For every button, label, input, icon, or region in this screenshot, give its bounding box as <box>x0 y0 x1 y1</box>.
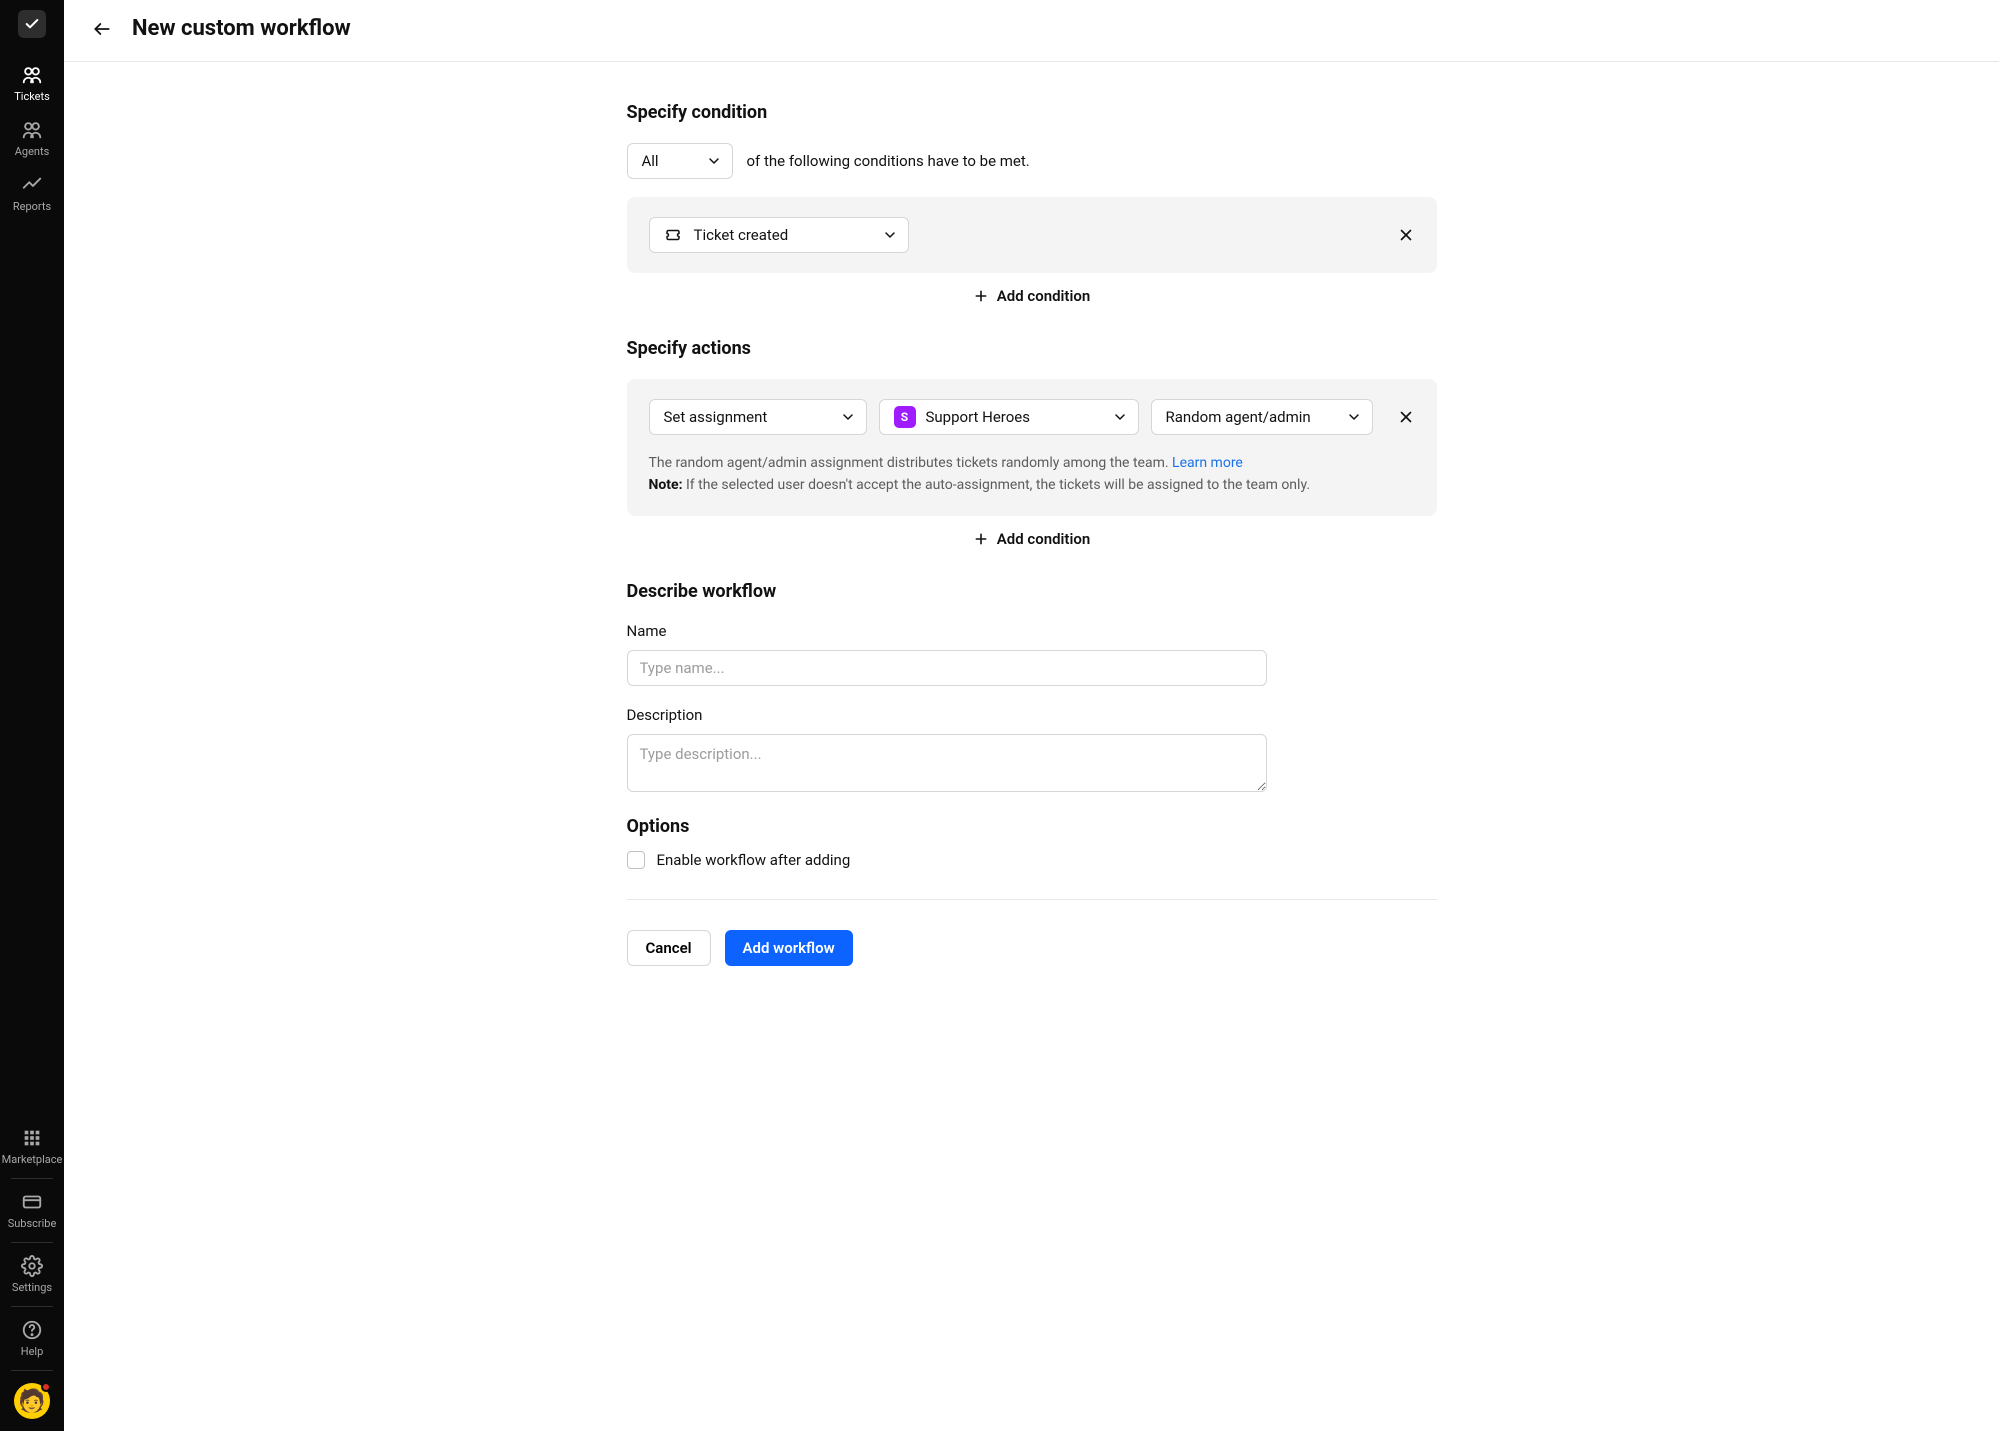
condition-type-value: Ticket created <box>694 226 789 244</box>
help-icon <box>21 1319 43 1341</box>
chevron-down-icon <box>1112 409 1128 425</box>
close-icon <box>1397 226 1415 244</box>
sidebar-label: Reports <box>13 200 51 213</box>
gear-icon <box>21 1255 43 1277</box>
divider <box>11 1242 53 1243</box>
learn-more-link[interactable]: Learn more <box>1172 455 1243 471</box>
action-info-text: The random agent/admin assignment distri… <box>649 453 1415 496</box>
actions-title: Specify actions <box>627 338 1437 359</box>
plus-icon <box>973 288 989 304</box>
action-team-value: Support Heroes <box>926 408 1031 426</box>
close-icon <box>1397 408 1415 426</box>
plus-icon <box>973 531 989 547</box>
condition-scope-value: All <box>642 152 659 170</box>
action-row: Set assignment S Support Heroes Random a… <box>627 379 1437 516</box>
sidebar-item-settings[interactable]: Settings <box>0 1247 64 1302</box>
divider <box>11 1370 53 1371</box>
cancel-button[interactable]: Cancel <box>627 930 711 966</box>
action-team-select[interactable]: S Support Heroes <box>879 399 1139 435</box>
remove-condition-button[interactable] <box>1397 226 1415 244</box>
add-workflow-button[interactable]: Add workflow <box>725 930 853 966</box>
sidebar-label: Subscribe <box>8 1217 57 1230</box>
divider <box>627 899 1437 900</box>
back-button[interactable] <box>92 19 112 39</box>
card-icon <box>21 1191 43 1213</box>
chevron-down-icon <box>840 409 856 425</box>
sidebar-label: Help <box>21 1345 44 1358</box>
team-initial-badge: S <box>894 406 916 428</box>
condition-type-select[interactable]: Ticket created <box>649 217 909 253</box>
sidebar-item-subscribe[interactable]: Subscribe <box>0 1183 64 1238</box>
notification-badge <box>41 1382 51 1392</box>
options-title: Options <box>627 816 1437 837</box>
sidebar-label: Agents <box>15 145 50 158</box>
page-title: New custom workflow <box>132 16 351 41</box>
add-action-label: Add condition <box>997 530 1090 548</box>
divider <box>11 1178 53 1179</box>
grid-icon <box>21 1127 43 1149</box>
name-input[interactable] <box>627 650 1267 686</box>
action-assignee-select[interactable]: Random agent/admin <box>1151 399 1373 435</box>
chart-icon <box>21 174 43 196</box>
page-header: New custom workflow <box>64 0 1999 62</box>
sidebar-item-help[interactable]: Help <box>0 1311 64 1366</box>
add-condition-label: Add condition <box>997 287 1090 305</box>
chevron-down-icon <box>882 227 898 243</box>
description-label: Description <box>627 706 1437 724</box>
chevron-down-icon <box>706 153 722 169</box>
action-type-value: Set assignment <box>664 408 768 426</box>
check-icon <box>24 16 40 32</box>
ticket-icon <box>664 226 682 244</box>
sidebar-item-marketplace[interactable]: Marketplace <box>0 1119 64 1174</box>
sidebar-label: Settings <box>12 1281 52 1294</box>
action-assignee-value: Random agent/admin <box>1166 408 1311 426</box>
condition-row: Ticket created <box>627 197 1437 273</box>
sidebar-label: Marketplace <box>2 1153 63 1166</box>
add-condition-button[interactable]: Add condition <box>973 287 1090 305</box>
sidebar: Tickets Agents Reports Marketplace Subsc… <box>0 0 64 1431</box>
name-label: Name <box>627 622 1437 640</box>
sidebar-item-agents[interactable]: Agents <box>0 111 64 166</box>
users-icon <box>21 64 43 86</box>
enable-workflow-checkbox[interactable] <box>627 851 645 869</box>
describe-title: Describe workflow <box>627 581 1437 602</box>
agents-icon <box>21 119 43 141</box>
conditions-title: Specify condition <box>627 102 1437 123</box>
arrow-left-icon <box>92 19 112 39</box>
divider <box>11 1306 53 1307</box>
sidebar-label: Tickets <box>14 90 50 103</box>
condition-suffix-text: of the following conditions have to be m… <box>747 152 1030 170</box>
sidebar-item-reports[interactable]: Reports <box>0 166 64 221</box>
enable-workflow-label: Enable workflow after adding <box>657 851 851 869</box>
app-logo[interactable] <box>18 10 46 38</box>
chevron-down-icon <box>1346 409 1362 425</box>
description-input[interactable] <box>627 734 1267 792</box>
user-avatar[interactable]: 🧑 <box>14 1383 50 1419</box>
condition-scope-select[interactable]: All <box>627 143 733 179</box>
add-action-button[interactable]: Add condition <box>973 530 1090 548</box>
action-type-select[interactable]: Set assignment <box>649 399 867 435</box>
sidebar-item-tickets[interactable]: Tickets <box>0 56 64 111</box>
remove-action-button[interactable] <box>1397 408 1415 426</box>
